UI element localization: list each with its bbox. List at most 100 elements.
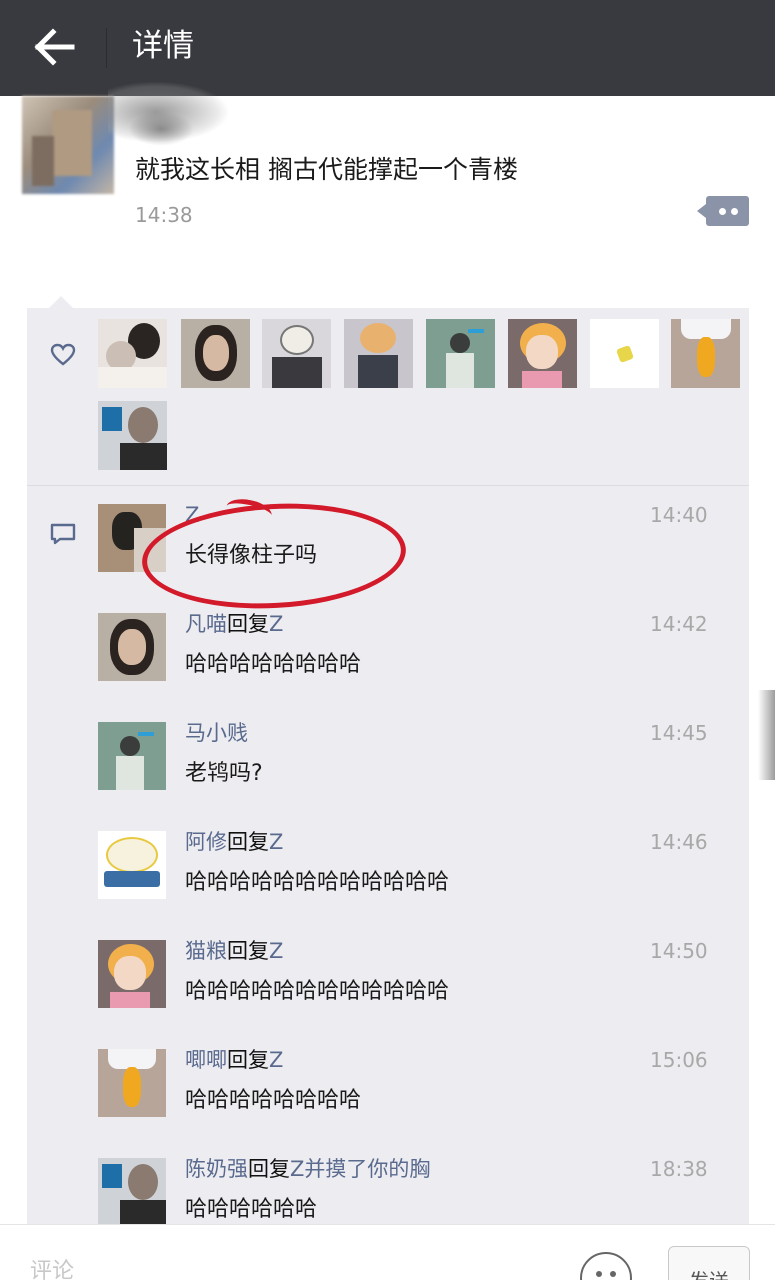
back-button[interactable] [30, 24, 78, 70]
avatar-photo-part [102, 1164, 122, 1188]
commenter-avatar[interactable] [98, 831, 166, 899]
page-title: 详情 [132, 28, 194, 64]
liker-avatar[interactable] [262, 319, 331, 388]
liker-avatar[interactable] [508, 319, 577, 388]
reply-target-name[interactable]: Z [269, 939, 283, 963]
comment-author-name[interactable]: 唧唧 [185, 1048, 227, 1072]
avatar-photo-part [134, 528, 166, 572]
arrow-left-icon [34, 28, 75, 66]
reply-target-name[interactable]: Z [269, 612, 283, 636]
comment-time: 15:06 [650, 1048, 708, 1072]
avatar-photo-part [358, 355, 398, 388]
edge-artifact [758, 690, 775, 780]
avatar-photo-part [114, 956, 146, 990]
comment-text: 长得像柱子吗 [185, 543, 318, 568]
redaction-scribble [128, 112, 194, 146]
avatar-photo-part [522, 371, 562, 388]
liker-avatar[interactable] [590, 319, 659, 388]
more-dots-icon [731, 208, 738, 215]
avatar-photo-part [102, 407, 122, 431]
avatar-photo-part [138, 732, 154, 736]
liker-avatar[interactable] [344, 319, 413, 388]
likes-divider [27, 485, 749, 486]
avatar-photo-part [697, 337, 715, 377]
reply-target-name[interactable]: Z并摸了你的胸 [290, 1157, 430, 1181]
comment-author: 唧唧回复Z [185, 1045, 283, 1075]
comment-text: 老鸨吗? [185, 761, 263, 786]
avatar-photo-part [108, 1049, 156, 1069]
comment-time: 14:40 [650, 503, 708, 527]
avatar-photo-part [272, 357, 322, 388]
comment-time: 18:38 [650, 1157, 708, 1181]
avatar-photo-part [450, 333, 470, 353]
comment-author: 陈奶强回复Z并摸了你的胸 [185, 1154, 430, 1184]
smiley-face-icon [596, 1271, 602, 1277]
reply-word: 回复 [227, 939, 269, 963]
avatar-photo-part [468, 329, 484, 333]
avatar-photo-part [446, 353, 474, 388]
comment-author-name[interactable]: 阿修 [185, 830, 227, 854]
avatar-photo-part [52, 110, 92, 176]
comment-author-name[interactable]: Z [185, 503, 199, 527]
comment-text: 哈哈哈哈哈哈哈哈哈哈哈哈 [185, 870, 450, 895]
comment-input[interactable] [30, 1256, 570, 1280]
liker-avatar[interactable] [98, 319, 167, 388]
send-button[interactable]: 发送 [668, 1246, 750, 1280]
avatar-photo-part [203, 335, 229, 371]
avatar-photo-part [120, 1200, 166, 1226]
liker-avatar[interactable] [426, 319, 495, 388]
comment-author: 猫粮回复Z [185, 936, 283, 966]
avatar-photo-part [98, 367, 167, 388]
comment-text: 哈哈哈哈哈哈哈哈哈哈哈哈 [185, 979, 450, 1004]
smiley-face-icon [610, 1271, 616, 1277]
reply-target-name[interactable]: Z [269, 1048, 283, 1072]
reply-word: 回复 [248, 1157, 290, 1181]
avatar-photo-part [280, 325, 314, 355]
reply-target-name[interactable]: Z [269, 830, 283, 854]
comment-author: 马小贱 [185, 718, 248, 748]
comment-author-name[interactable]: 陈奶强 [185, 1157, 248, 1181]
comment-author-name[interactable]: 猫粮 [185, 939, 227, 963]
avatar-photo-part [120, 736, 140, 756]
commenter-avatar[interactable] [98, 940, 166, 1008]
commenter-avatar[interactable] [98, 504, 166, 572]
comment-text: 哈哈哈哈哈哈哈哈 [185, 1088, 362, 1113]
liker-avatar[interactable] [671, 319, 740, 388]
avatar-photo-part [123, 1067, 141, 1107]
reply-word: 回复 [227, 612, 269, 636]
avatar-photo-part [104, 871, 160, 887]
comment-author-name[interactable]: 马小贱 [185, 721, 248, 745]
comment-author[interactable]: Z [185, 500, 199, 530]
avatar-photo-part [106, 837, 158, 873]
avatar-photo-part [118, 629, 146, 665]
title-divider [106, 28, 107, 68]
comment-time: 14:42 [650, 612, 708, 636]
comment-time: 14:50 [650, 939, 708, 963]
more-actions-button[interactable] [697, 196, 749, 226]
post-author-avatar[interactable] [22, 96, 114, 194]
post-time: 14:38 [135, 203, 193, 227]
commenter-avatar[interactable] [98, 1049, 166, 1117]
avatar-photo-part [360, 323, 396, 353]
post-text: 就我这长相 搁古代能撑起一个青楼 [135, 155, 518, 184]
avatar-photo-part [526, 335, 558, 369]
avatar-photo-part [128, 407, 158, 443]
avatar-photo-part [681, 319, 731, 339]
commenter-avatar[interactable] [98, 722, 166, 790]
commenter-avatar[interactable] [98, 1158, 166, 1226]
avatar-photo-part [128, 1164, 158, 1200]
comment-time: 14:46 [650, 830, 708, 854]
comment-text: 哈哈哈哈哈哈哈哈 [185, 652, 362, 677]
reply-word: 回复 [227, 830, 269, 854]
avatar-photo-part [120, 443, 167, 470]
liker-avatar[interactable] [181, 319, 250, 388]
more-dots-icon [719, 208, 726, 215]
comment-author: 凡喵回复Z [185, 609, 283, 639]
liker-avatar[interactable] [98, 401, 167, 470]
avatar-photo-part [32, 136, 54, 186]
commenter-avatar[interactable] [98, 613, 166, 681]
heart-icon [50, 343, 76, 366]
avatar-photo-part [110, 992, 150, 1008]
comment-author: 阿修回复Z [185, 827, 283, 857]
comment-author-name[interactable]: 凡喵 [185, 612, 227, 636]
